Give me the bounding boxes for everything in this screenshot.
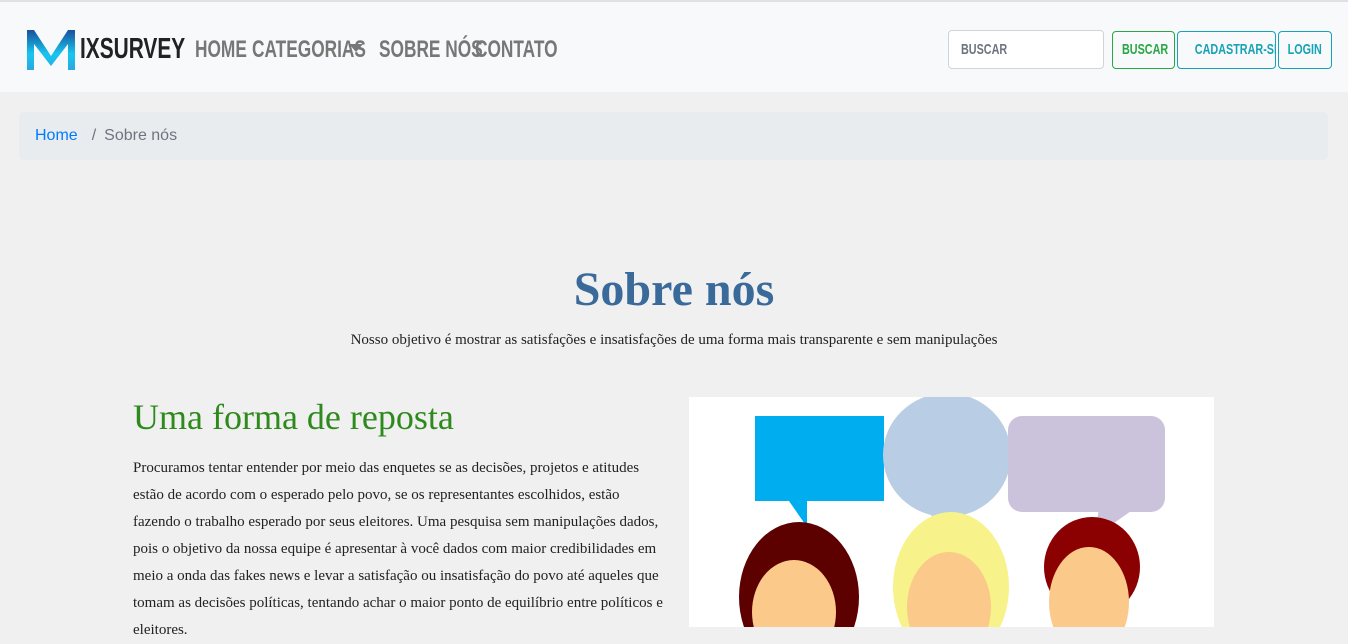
chevron-down-icon[interactable] bbox=[349, 44, 363, 52]
breadcrumb-home[interactable]: Home bbox=[35, 127, 78, 144]
person-middle-icon bbox=[893, 512, 1009, 627]
logo-m-icon[interactable] bbox=[24, 26, 78, 80]
search-input[interactable]: BUSCAR bbox=[948, 30, 1104, 69]
breadcrumb-current: Sobre nós bbox=[104, 127, 178, 144]
nav-home[interactable]: HOME bbox=[195, 36, 247, 64]
nav-contato[interactable]: CONTATO bbox=[475, 36, 558, 64]
person-right-icon bbox=[1044, 517, 1140, 627]
page-subtitle: Nosso objetivo é mostrar as satisfações … bbox=[350, 332, 998, 348]
navbar: IXSURVEY HOME CATEGORIAS SOBRE NÓS CONTA… bbox=[0, 0, 1348, 92]
login-button[interactable]: LOGIN bbox=[1278, 31, 1332, 69]
register-button[interactable]: CADASTRAR-SE bbox=[1177, 31, 1276, 69]
breadcrumb: Home / Sobre nós bbox=[19, 112, 1328, 160]
search-button[interactable]: BUSCAR bbox=[1112, 31, 1175, 69]
speech-bubble-blue-icon bbox=[755, 416, 884, 527]
brand-name[interactable]: IXSURVEY bbox=[80, 33, 185, 66]
people-speech-illustration bbox=[689, 397, 1214, 627]
nav-sobre-nos[interactable]: SOBRE NÓS bbox=[379, 36, 483, 64]
section-title: Uma forma de reposta bbox=[133, 397, 454, 437]
page-title: Sobre nós bbox=[573, 263, 775, 316]
section-paragraph: Procuramos tentar entender por meio das … bbox=[133, 460, 663, 638]
breadcrumb-separator: / bbox=[91, 127, 97, 144]
person-left-icon bbox=[739, 522, 859, 627]
